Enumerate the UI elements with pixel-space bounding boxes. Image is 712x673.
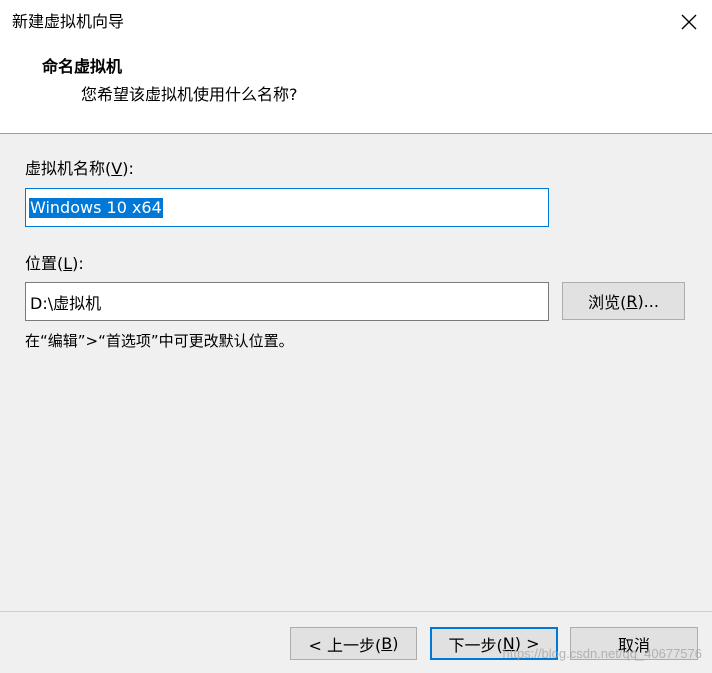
location-input[interactable]: D:\虚拟机	[25, 282, 549, 321]
vm-name-value: Windows 10 x64	[29, 197, 163, 218]
wizard-header: 命名虚拟机 您希望该虚拟机使用什么名称?	[0, 44, 712, 134]
location-label-accesskey: L	[63, 254, 73, 273]
back-button[interactable]: < 上一步(B)	[290, 627, 417, 660]
close-icon	[681, 14, 697, 30]
location-value: D:\虚拟机	[30, 293, 102, 313]
location-label: 位置(L):	[25, 254, 84, 273]
footer-separator	[0, 611, 712, 612]
vm-name-input[interactable]: Windows 10 x64	[25, 188, 549, 227]
window-title: 新建虚拟机向导	[12, 12, 125, 31]
location-hint: 在“编辑”>“首选项”中可更改默认位置。	[25, 332, 294, 350]
watermark-text: https://blog.csdn.net/qq_40677576	[502, 646, 703, 661]
vm-name-label: 虚拟机名称(V):	[25, 159, 134, 178]
page-subtitle: 您希望该虚拟机使用什么名称?	[81, 85, 298, 104]
page-title: 命名虚拟机	[42, 57, 123, 76]
browse-button[interactable]: 浏览(R)...	[562, 282, 685, 320]
close-button[interactable]	[666, 0, 712, 44]
new-vm-wizard-window: 新建虚拟机向导 命名虚拟机 您希望该虚拟机使用什么名称? 虚拟机名称(V): W…	[0, 0, 712, 673]
title-bar: 新建虚拟机向导	[0, 0, 712, 44]
vm-name-label-accesskey: V	[111, 159, 123, 178]
